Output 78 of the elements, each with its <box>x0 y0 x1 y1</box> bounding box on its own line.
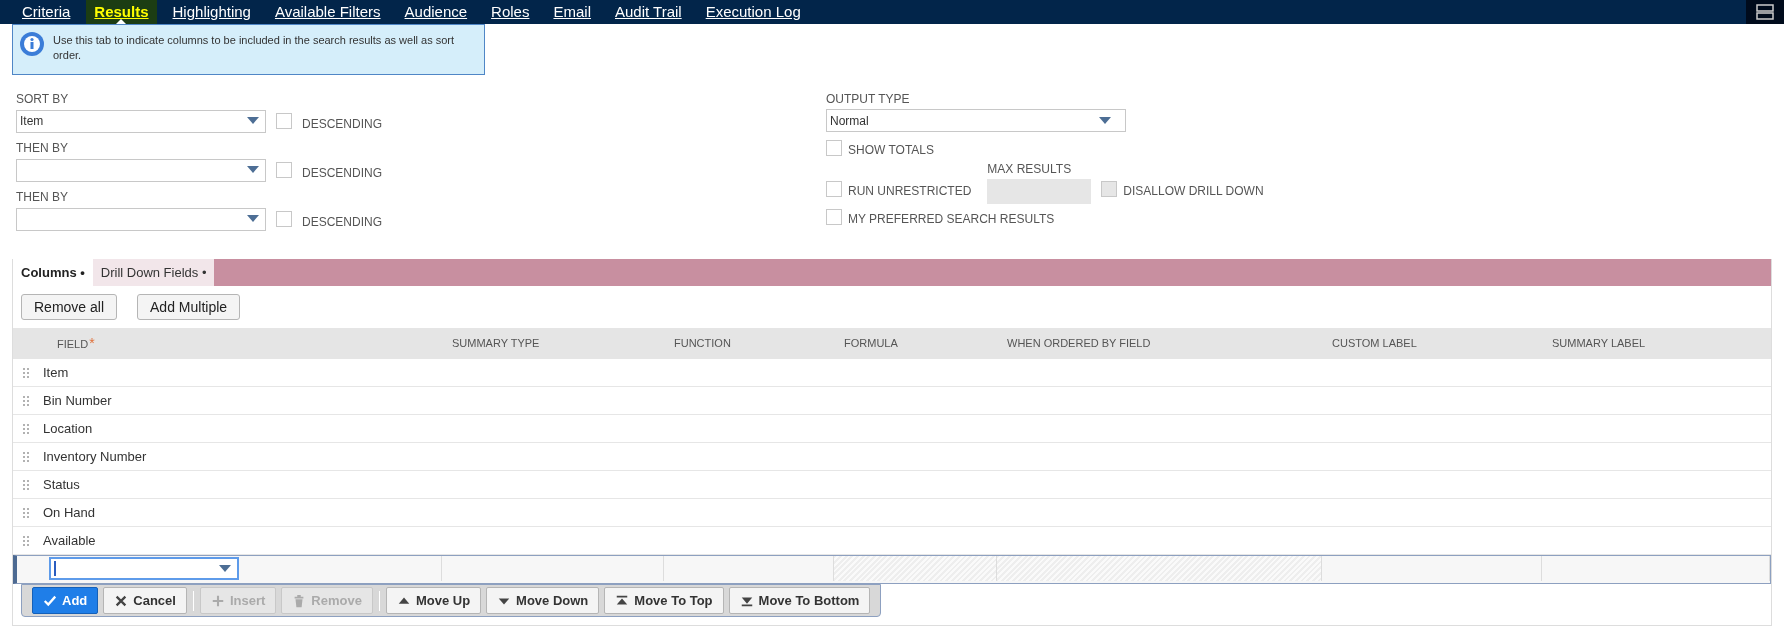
check-icon <box>43 593 57 608</box>
layout-toggle-button[interactable] <box>1746 0 1784 24</box>
row-action-button[interactable]: Move To Top <box>604 587 724 614</box>
table-cell-text: Bin Number <box>43 391 112 410</box>
sort-select[interactable] <box>16 207 266 231</box>
field-label: THEN BY <box>16 141 69 155</box>
checkbox-label: RUN UNRESTRICTED <box>848 183 972 200</box>
table-cell-text: Status <box>43 475 80 494</box>
table-cell-text: On Hand <box>43 503 96 522</box>
checkbox-label: DESCENDING <box>302 214 382 231</box>
field-label: THEN BY <box>16 190 69 204</box>
row-action-button[interactable]: Move Down <box>486 587 600 614</box>
field-label: SORT BY <box>16 92 70 106</box>
info-text: Use this tab to indicate columns to be included in the search results as well as sort order. <box>53 33 456 63</box>
table-cell-text: Item <box>43 363 69 382</box>
list-button[interactable]: Remove all <box>21 294 118 320</box>
table-cell-text: Available <box>43 531 96 550</box>
caret-icon <box>247 215 259 223</box>
drag-handle-icon[interactable] <box>23 395 29 406</box>
checkbox[interactable] <box>276 113 292 129</box>
caret-icon <box>247 117 259 125</box>
tab[interactable]: Roles <box>483 0 538 24</box>
drag-handle-icon[interactable] <box>23 507 29 518</box>
tab[interactable]: Criteria <box>14 0 79 24</box>
checkbox-label: DESCENDING <box>302 165 382 182</box>
arrow-to-top-icon <box>615 593 630 608</box>
checkbox-label: DISALLOW DRILL DOWN <box>1123 183 1264 200</box>
drag-handle-icon[interactable] <box>23 535 29 546</box>
row-action-button[interactable]: Add <box>32 587 99 614</box>
x-icon <box>114 593 129 608</box>
sort-select[interactable] <box>16 158 266 182</box>
checkbox[interactable] <box>826 208 842 225</box>
tab[interactable]: Email <box>545 0 599 24</box>
row-action-button[interactable]: Move Up <box>385 587 482 614</box>
drag-handle-icon[interactable] <box>23 451 29 462</box>
subtab[interactable]: Columns • <box>13 259 93 286</box>
required-mark: * <box>89 335 95 351</box>
column-header: FUNCTION <box>674 337 731 350</box>
field-label: OUTPUT TYPE <box>826 92 911 106</box>
output-type-select[interactable]: Normal <box>826 109 1126 132</box>
column-header: CUSTOM LABEL <box>1332 337 1417 350</box>
tab[interactable]: Available Filters <box>266 0 389 24</box>
column-header: FIELD <box>57 338 89 350</box>
checkbox[interactable] <box>276 162 292 178</box>
plus-icon <box>210 593 225 608</box>
checkbox[interactable] <box>826 180 842 197</box>
tab[interactable]: Execution Log <box>697 0 809 24</box>
tab[interactable]: Audit Trail <box>606 0 690 24</box>
max-results-field[interactable] <box>987 179 1092 204</box>
checkbox[interactable] <box>276 211 292 227</box>
drag-handle-icon[interactable] <box>23 479 29 490</box>
field-label: MAX RESULTS <box>987 162 1073 176</box>
drag-handle-icon[interactable] <box>23 367 29 378</box>
list-button[interactable]: Add Multiple <box>137 294 241 320</box>
column-header: SUMMARY TYPE <box>452 337 540 350</box>
row-action-button[interactable]: Cancel <box>103 587 187 614</box>
caret-icon <box>247 166 259 174</box>
tab[interactable]: Highlighting <box>164 0 259 24</box>
caret-icon <box>219 564 231 573</box>
caret-icon <box>1099 116 1111 125</box>
column-header: WHEN ORDERED BY FIELD <box>1007 337 1151 350</box>
field-select[interactable] <box>49 557 239 580</box>
rows-icon <box>1756 4 1774 20</box>
row-action-button[interactable]: Move To Bottom <box>728 587 871 614</box>
tab[interactable]: Results <box>86 0 157 24</box>
sort-select[interactable]: Item <box>16 109 266 133</box>
column-header: SUMMARY LABEL <box>1552 337 1646 350</box>
subtab[interactable]: Drill Down Fields • <box>92 259 215 286</box>
checkbox-label: SHOW TOTALS <box>848 142 934 159</box>
drag-handle-icon[interactable] <box>23 423 29 434</box>
table-cell-text: Location <box>43 419 93 438</box>
tab[interactable]: Audience <box>396 0 476 24</box>
table-cell-text: Inventory Number <box>43 447 147 466</box>
checkbox-label: MY PREFERRED SEARCH RESULTS <box>848 211 1055 228</box>
checkbox-label: DESCENDING <box>302 116 382 133</box>
column-header: FORMULA <box>844 337 898 350</box>
checkbox[interactable] <box>826 139 842 156</box>
info-icon <box>19 31 45 57</box>
